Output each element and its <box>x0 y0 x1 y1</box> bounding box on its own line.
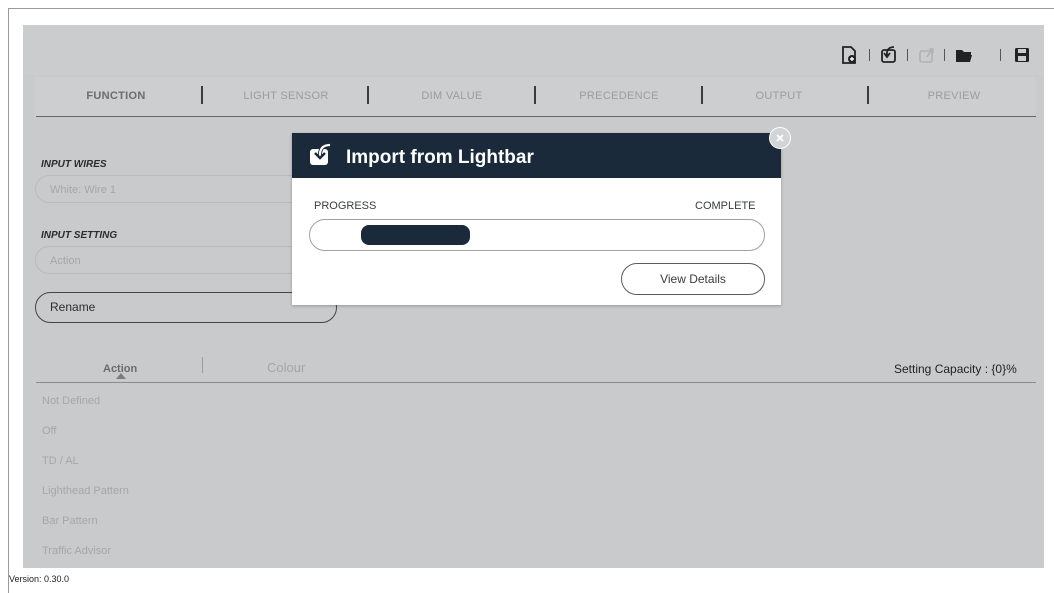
complete-label: COMPLETE <box>695 200 756 212</box>
tab-preview[interactable]: PREVIEW <box>894 90 1014 102</box>
list-item[interactable]: Off <box>42 425 56 437</box>
input-wires-label: INPUT WIRES <box>41 159 107 170</box>
dialog-header: Import from Lightbar <box>292 133 781 178</box>
toolbar-separator <box>869 49 870 61</box>
import-icon[interactable] <box>879 45 899 65</box>
input-wires-select[interactable]: White: Wire 1 <box>35 175 293 203</box>
export-icon[interactable] <box>917 45 937 65</box>
toolbar-separator <box>1000 49 1001 61</box>
input-setting-select[interactable]: Action <box>35 246 293 274</box>
tab-separator <box>367 86 369 104</box>
list-item[interactable]: Lighthead Pattern <box>42 485 129 497</box>
tab-separator <box>701 86 703 104</box>
tab-underline <box>36 116 1036 117</box>
close-icon[interactable] <box>769 127 791 149</box>
new-file-icon[interactable] <box>839 45 859 65</box>
subtab-underline <box>36 382 1036 383</box>
tab-separator <box>201 86 203 104</box>
tab-precedence[interactable]: PRECEDENCE <box>559 90 679 102</box>
progress-bar-fill <box>361 225 470 245</box>
toolbar-separator <box>944 49 945 61</box>
tab-separator <box>867 86 869 104</box>
open-folder-icon[interactable] <box>954 45 974 65</box>
tab-separator <box>534 86 536 104</box>
tab-output[interactable]: OUTPUT <box>719 90 839 102</box>
list-item[interactable]: TD / AL <box>42 455 79 467</box>
subtab-separator <box>202 357 203 373</box>
save-icon[interactable] <box>1012 45 1032 65</box>
tab-function[interactable]: FUNCTION <box>56 90 176 102</box>
view-details-button[interactable]: View Details <box>621 263 765 295</box>
import-icon <box>310 143 331 165</box>
setting-capacity: Setting Capacity : {0}% <box>894 362 1017 376</box>
list-item[interactable]: Not Defined <box>42 395 100 407</box>
list-item[interactable]: Traffic Advisor <box>42 545 111 557</box>
input-setting-label: INPUT SETTING <box>41 230 118 241</box>
list-item[interactable]: Bar Pattern <box>42 515 98 527</box>
tab-dim-value[interactable]: DIM VALUE <box>392 90 512 102</box>
progress-label: PROGRESS <box>314 200 377 212</box>
subtab-colour[interactable]: Colour <box>267 360 305 375</box>
import-dialog: Import from Lightbar PROGRESS COMPLETE V… <box>292 133 781 305</box>
version-label: Version: 0.30.0 <box>9 574 70 584</box>
caret-up-icon <box>116 373 126 379</box>
dialog-title: Import from Lightbar <box>346 147 534 168</box>
tab-light-sensor[interactable]: LIGHT SENSOR <box>226 90 346 102</box>
toolbar-separator <box>907 49 908 61</box>
